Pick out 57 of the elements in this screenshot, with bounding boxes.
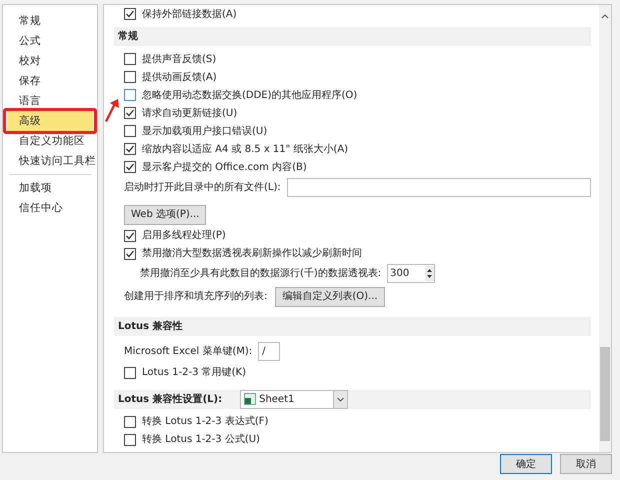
- input-field[interactable]: [286, 178, 591, 196]
- scroll-thumb[interactable]: [600, 347, 610, 441]
- field-label: Microsoft Excel 菜单键(M):: [124, 344, 252, 359]
- sidebar-item[interactable]: 自定义功能区: [7, 131, 93, 151]
- edit-lists-button[interactable]: 编辑自定义列表(O)...: [275, 286, 385, 306]
- web-options-button[interactable]: Web 选项(P)...: [124, 204, 206, 224]
- checkbox[interactable]: [124, 71, 136, 83]
- section-title: Lotus 兼容性: [118, 319, 183, 334]
- option-label: 启用多线程处理(P): [142, 228, 226, 243]
- sidebar-item[interactable]: 校对: [7, 51, 93, 71]
- option-label: 显示客户提交的 Office.com 内容(B): [142, 160, 307, 174]
- checkbox[interactable]: [124, 89, 136, 101]
- option-label: 转换 Lotus 1-2-3 表达式(F): [142, 414, 268, 429]
- checkbox[interactable]: [124, 416, 136, 428]
- sidebar-item[interactable]: 公式: [7, 31, 93, 51]
- scrollbar[interactable]: [599, 5, 611, 452]
- checkbox[interactable]: [124, 248, 136, 260]
- sidebar-item[interactable]: 快速访问工具栏: [7, 151, 93, 171]
- checkbox[interactable]: [124, 161, 136, 173]
- checkbox[interactable]: [124, 107, 136, 119]
- option-label: 显示加载项用户接口错误(U): [142, 124, 268, 138]
- field-label: 创建用于排序和填充序列的列表:: [124, 290, 268, 304]
- section-title: 常规: [118, 30, 138, 44]
- spreadsheet-icon: [244, 393, 256, 405]
- cancel-button[interactable]: 取消: [560, 454, 612, 474]
- input-field[interactable]: /: [258, 342, 280, 361]
- number-spinner[interactable]: 300: [387, 264, 436, 283]
- checkbox[interactable]: [124, 434, 136, 446]
- checkbox[interactable]: [124, 230, 136, 242]
- option-label: 转换 Lotus 1-2-3 公式(U): [142, 432, 260, 447]
- checkbox[interactable]: [124, 366, 136, 378]
- field-label: 禁用撤消至少具有此数目的数据源行(千)的数据透视表:: [140, 266, 382, 281]
- checkbox[interactable]: [124, 53, 136, 65]
- checkbox[interactable]: [124, 143, 136, 155]
- option-label: 提供声音反馈(S): [142, 52, 216, 66]
- chevron-down-icon[interactable]: [337, 396, 344, 402]
- section-title: Lotus 兼容性设置(L):: [118, 392, 222, 406]
- ok-button[interactable]: 确定: [500, 454, 552, 474]
- sidebar-item[interactable]: 加载项: [7, 178, 93, 198]
- option-label: Lotus 1-2-3 常用键(K): [142, 366, 246, 380]
- option-label: 保持外部链接数据(A): [142, 8, 237, 22]
- option-label: 忽略使用动态数据交换(DDE)的其他应用程序(O): [142, 88, 358, 102]
- arrow-annotation: [104, 99, 120, 123]
- sidebar-item[interactable]: 常规: [7, 11, 93, 31]
- field-label: 启动时打开此目录中的所有文件(L):: [124, 180, 281, 194]
- option-label: 禁用撤消大型数据透视表刷新操作以减少刷新时间: [142, 246, 362, 261]
- sidebar-item[interactable]: 信任中心: [7, 198, 93, 218]
- option-label: 提供动画反馈(A): [142, 70, 217, 84]
- option-label: 缩放内容以适应 A4 或 8.5 x 11" 纸张大小(A): [142, 142, 348, 156]
- checkbox[interactable]: [124, 8, 136, 20]
- option-label: 请求自动更新链接(U): [142, 106, 238, 120]
- checkbox[interactable]: [124, 125, 136, 137]
- dropdown[interactable]: Sheet1: [240, 390, 348, 408]
- spinner-arrows-icon[interactable]: [425, 266, 434, 281]
- sidebar-item[interactable]: 语言: [7, 91, 93, 111]
- sidebar-item[interactable]: 保存: [7, 71, 93, 91]
- scroll-up-icon[interactable]: [601, 13, 609, 19]
